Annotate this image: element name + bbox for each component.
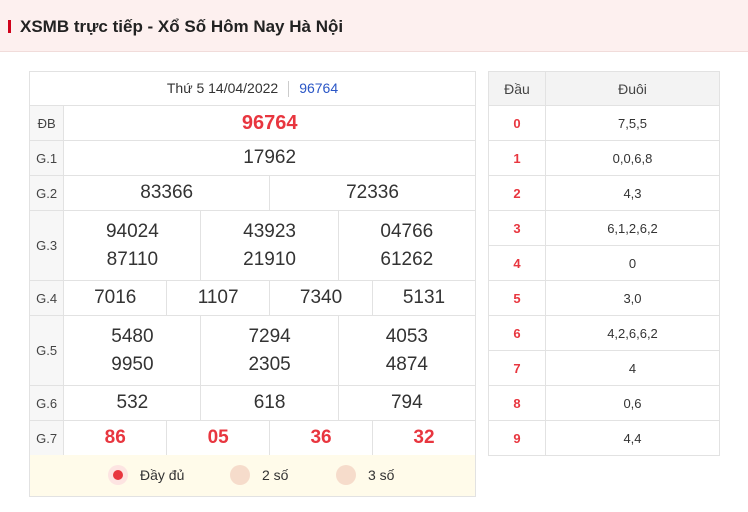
- g1-number: 17962: [63, 140, 476, 176]
- prize-label-g3: G.3: [28, 210, 65, 281]
- dau-duoi-row: 3 6,1,2,6,2: [488, 210, 720, 246]
- g6-number: 532: [63, 385, 202, 421]
- g3-number: 21910: [243, 248, 296, 270]
- prize-label-special: ĐB: [28, 105, 65, 141]
- g3-number: 94024: [105, 220, 159, 242]
- option-full-label: Đầy đủ: [140, 467, 185, 483]
- dau-digit: 7: [488, 350, 546, 386]
- duoi-values: 0: [545, 245, 720, 281]
- dau-header: Đầu: [488, 71, 546, 106]
- g7-number: 05: [166, 420, 271, 456]
- dau-duoi-row: 5 3,0: [488, 280, 720, 316]
- g2-number: 83366: [63, 175, 271, 211]
- row-g5: G.5 5480 9950 7294 2305 4053 4874: [28, 315, 477, 386]
- duoi-values: 4: [545, 350, 720, 386]
- draw-code-link[interactable]: 96764: [299, 80, 338, 96]
- prize-label-g7: G.7: [28, 420, 65, 456]
- radio-unselected-icon[interactable]: [336, 465, 356, 485]
- dau-digit: 8: [488, 385, 546, 421]
- page-title: XSMB trực tiếp - Xổ Số Hôm Nay Hà Nội: [20, 17, 344, 36]
- results-header-row: Thứ 5 14/04/2022 96764: [29, 71, 476, 106]
- separator: [288, 81, 290, 98]
- duoi-values: 7,5,5: [545, 105, 720, 141]
- header-accent-bar: [8, 20, 11, 33]
- prize-label-g4: G.4: [28, 280, 65, 316]
- draw-date: Thứ 5 14/04/2022: [166, 79, 279, 96]
- dau-digit: 0: [488, 105, 546, 141]
- row-g4: G.4 7016 1107 7340 5131: [28, 280, 477, 316]
- dau-digit: 5: [488, 280, 546, 316]
- row-g3: G.3 94024 87110 43923 21910 04766 61262: [28, 210, 477, 281]
- row-g1: G.1 17962: [28, 140, 476, 176]
- g3-number: 61262: [380, 248, 434, 270]
- g3-number: 04766: [380, 220, 434, 242]
- page-header: XSMB trực tiếp - Xổ Số Hôm Nay Hà Nội: [0, 0, 748, 52]
- g4-number: 1107: [166, 280, 271, 316]
- g5-number: 2305: [248, 353, 291, 375]
- g4-number: 7340: [269, 280, 373, 316]
- g2-number: 72336: [269, 175, 476, 211]
- dau-duoi-row: 8 0,6: [488, 385, 720, 421]
- dau-digit: 4: [488, 245, 546, 281]
- duoi-values: 3,0: [545, 280, 720, 316]
- g4-number: 5131: [371, 280, 477, 316]
- duoi-values: 0,0,6,8: [545, 140, 720, 176]
- g4-number: 7016: [63, 280, 168, 316]
- g3-number: 87110: [106, 248, 159, 270]
- row-g7: G.7 86 05 36 32: [28, 420, 477, 456]
- prize-label-g1: G.1: [28, 140, 65, 176]
- dau-duoi-row: 6 4,2,6,6,2: [488, 315, 720, 351]
- duoi-values: 4,2,6,6,2: [545, 315, 720, 351]
- g7-number: 36: [269, 420, 373, 456]
- option-full-radio[interactable]: Đầy đủ: [108, 465, 184, 485]
- option-two-digits-radio[interactable]: 2 số: [230, 465, 288, 485]
- g6-number: 618: [200, 385, 339, 421]
- g5-number: 9950: [111, 353, 154, 375]
- dau-duoi-table: Đầu Đuôi 0 7,5,5 1 0,0,6,8 2 4,3 3 6,1,2,6,2…: [488, 71, 720, 456]
- g5-number: 4874: [385, 353, 428, 375]
- duoi-values: 4,4: [545, 420, 720, 456]
- g5-number: 5480: [111, 325, 154, 347]
- dau-duoi-row: 74: [488, 350, 720, 386]
- prize-label-g6: G.6: [28, 385, 65, 421]
- duoi-values: 0,6: [545, 385, 720, 421]
- special-prize-number: 96764: [63, 105, 476, 141]
- row-special: ĐB 96764: [28, 105, 476, 141]
- option-two-digits-label: 2 số: [262, 467, 289, 483]
- dau-duoi-row: 1 0,0,6,8: [488, 140, 720, 176]
- display-options: Đầy đủ 2 số 3 số: [29, 455, 476, 497]
- radio-selected-icon[interactable]: [108, 465, 128, 485]
- dau-duoi-row: 9 4,4: [488, 420, 720, 456]
- g5-number: 4053: [385, 325, 428, 347]
- prize-label-g5: G.5: [28, 315, 65, 386]
- dau-duoi-row: 0 7,5,5: [488, 105, 720, 141]
- row-g6: G.6 532 618 794: [28, 385, 477, 421]
- option-three-digits-radio[interactable]: 3 số: [336, 465, 394, 485]
- g3-number: 43923: [243, 220, 296, 242]
- prize-label-g2: G.2: [28, 175, 65, 211]
- row-g2: G.2 83366 72336: [28, 175, 476, 211]
- option-three-digits-label: 3 số: [368, 467, 395, 483]
- dau-digit: 9: [488, 420, 546, 456]
- results-table: Thứ 5 14/04/2022 96764 ĐB 96764 G.1 17962…: [28, 71, 477, 456]
- duoi-header: Đuôi: [545, 71, 720, 106]
- radio-unselected-icon[interactable]: [230, 465, 250, 485]
- dau-digit: 1: [488, 140, 546, 176]
- g6-number: 794: [337, 385, 477, 421]
- duoi-values: 6,1,2,6,2: [545, 210, 720, 246]
- g7-number: 86: [63, 420, 168, 456]
- dau-duoi-header: Đầu Đuôi: [488, 71, 720, 106]
- g5-number: 7294: [248, 325, 291, 347]
- duoi-values: 4,3: [545, 175, 720, 211]
- dau-digit: 2: [488, 175, 546, 211]
- dau-duoi-row: 2 4,3: [488, 175, 720, 211]
- dau-digit: 3: [488, 210, 546, 246]
- dau-digit: 6: [488, 315, 546, 351]
- dau-duoi-row: 40: [488, 245, 720, 281]
- g7-number: 32: [371, 420, 477, 456]
